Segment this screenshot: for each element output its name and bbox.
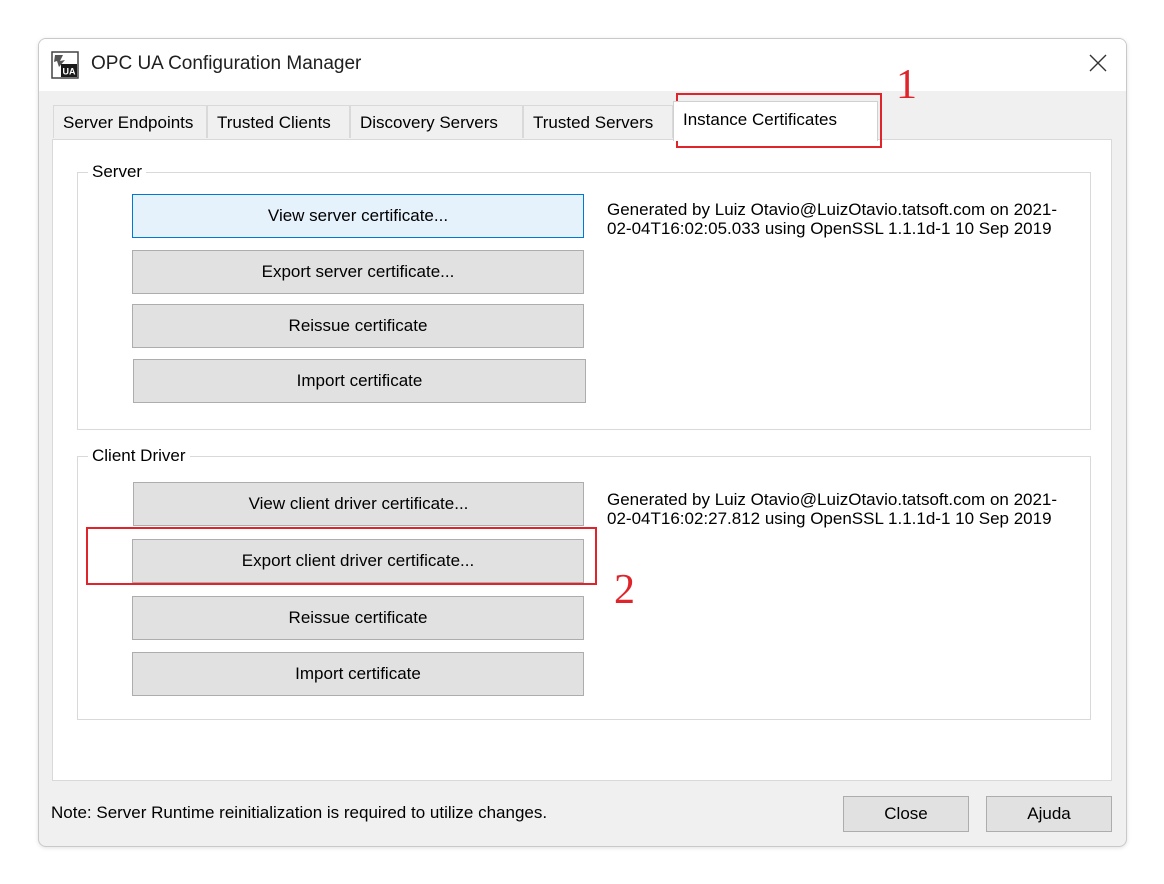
- tab-discovery-servers[interactable]: Discovery Servers: [350, 105, 523, 138]
- tab-trusted-servers[interactable]: Trusted Servers: [523, 105, 673, 138]
- reissue-client-driver-certificate-button[interactable]: Reissue certificate: [132, 596, 584, 640]
- reissue-server-certificate-button[interactable]: Reissue certificate: [132, 304, 584, 348]
- tab-instance-certificates[interactable]: Instance Certificates: [673, 101, 878, 141]
- config-manager-window: UA OPC UA Configuration Manager Server E…: [38, 38, 1127, 847]
- export-server-certificate-button[interactable]: Export server certificate...: [132, 250, 584, 294]
- window-title: OPC UA Configuration Manager: [91, 53, 362, 74]
- view-client-driver-certificate-button[interactable]: View client driver certificate...: [133, 482, 584, 526]
- view-server-certificate-button[interactable]: View server certificate...: [132, 194, 584, 238]
- instance-certificates-panel: Server View server certificate... Export…: [52, 139, 1112, 781]
- import-client-driver-certificate-button[interactable]: Import certificate: [132, 652, 584, 696]
- step-2-label: 2: [614, 567, 635, 613]
- close-window-icon[interactable]: [1086, 51, 1110, 75]
- export-client-driver-certificate-button[interactable]: Export client driver certificate...: [132, 539, 584, 583]
- client-driver-group-label: Client Driver: [88, 445, 190, 467]
- server-certificate-info: Generated by Luiz Otavio@LuizOtavio.tats…: [607, 200, 1058, 238]
- client-driver-group: Client Driver View client driver certifi…: [77, 445, 1091, 720]
- server-group: Server View server certificate... Export…: [77, 161, 1091, 430]
- client-driver-certificate-info: Generated by Luiz Otavio@LuizOtavio.tats…: [607, 490, 1058, 528]
- import-server-certificate-button[interactable]: Import certificate: [133, 359, 586, 403]
- tab-trusted-clients[interactable]: Trusted Clients: [207, 105, 350, 138]
- runtime-note: Note: Server Runtime reinitialization is…: [51, 803, 548, 822]
- svg-text:UA: UA: [63, 67, 76, 77]
- title-bar: UA OPC UA Configuration Manager: [39, 39, 1126, 91]
- opc-ua-app-icon: UA: [51, 51, 79, 79]
- tab-server-endpoints[interactable]: Server Endpoints: [53, 105, 207, 138]
- server-group-label: Server: [88, 161, 147, 183]
- step-1-label: 1: [896, 62, 917, 108]
- close-button[interactable]: Close: [843, 796, 969, 832]
- help-button[interactable]: Ajuda: [986, 796, 1112, 832]
